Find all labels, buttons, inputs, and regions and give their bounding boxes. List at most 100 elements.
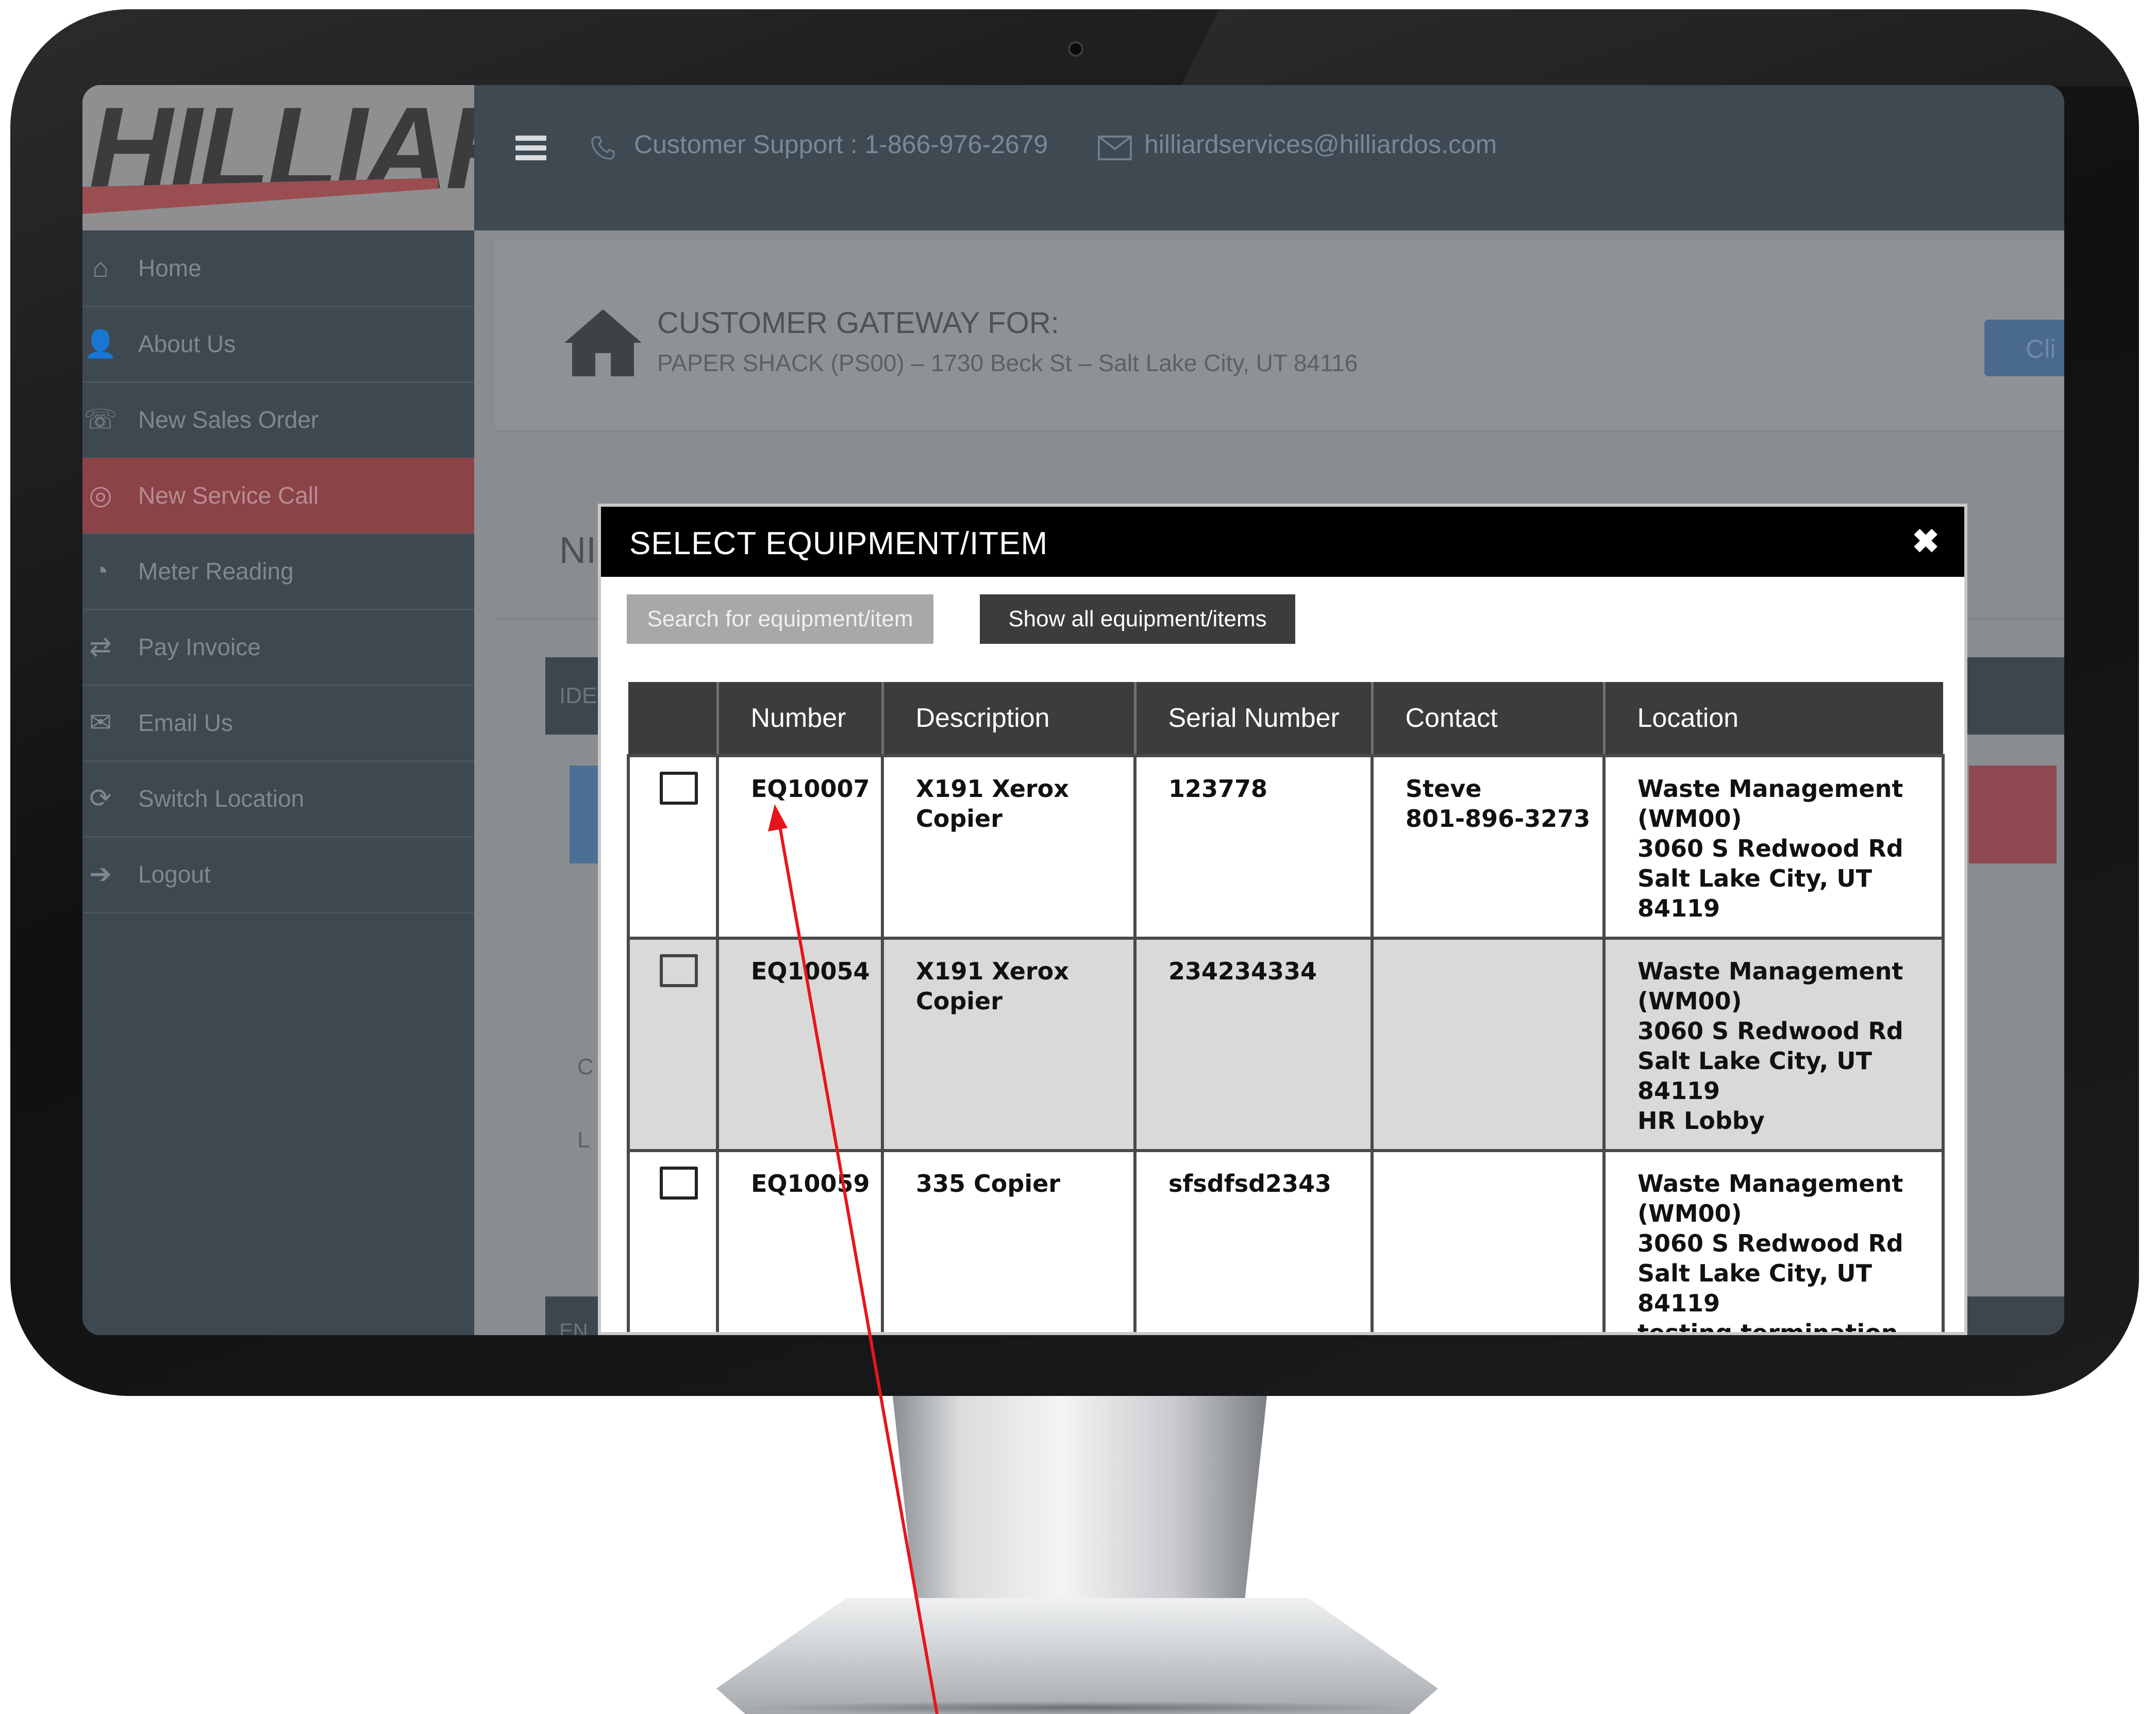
red-button-partial[interactable]	[1969, 766, 2057, 863]
number-cell: EQ10054	[716, 937, 884, 1152]
envelope-icon: ✉	[89, 708, 112, 738]
location-line: (WM00)	[1637, 1200, 1742, 1227]
sidebar-item-label: Email Us	[138, 709, 233, 736]
location-line: 3060 S Redwood Rd	[1637, 1229, 1903, 1257]
contact-name: Steve	[1406, 775, 1482, 803]
select-cell	[627, 937, 719, 1152]
serial-cell: sfsdfsd2343	[1133, 1149, 1374, 1332]
column-header-number: Number	[717, 682, 884, 756]
sidebar-item-home[interactable]: ⌂ Home	[82, 230, 474, 307]
sidebar: ⌂ Home 👤 About Us ☏ New Sales Order ◎ Ne…	[82, 230, 474, 1335]
section-bar-bottom-label: EN	[559, 1320, 588, 1335]
logo-area[interactable]: HILLIARD	[82, 85, 611, 230]
location-line: (WM00)	[1637, 805, 1742, 833]
column-header-contact: Contact	[1372, 682, 1606, 756]
row-checkbox[interactable]	[660, 1167, 698, 1200]
row-checkbox[interactable]	[660, 954, 698, 987]
select-cell	[627, 1149, 719, 1332]
select-equipment-modal: SELECT EQUIPMENT/ITEM ✖ Search for equip…	[598, 504, 1967, 1335]
sidebar-item-new-sales-order[interactable]: ☏ New Sales Order	[82, 382, 474, 459]
modal-header: SELECT EQUIPMENT/ITEM ✖	[601, 507, 1964, 577]
monitor-stand-neck	[892, 1387, 1268, 1629]
gateway-subtitle: PAPER SHACK (PS00) – 1730 Beck St – Salt…	[657, 350, 1358, 376]
sidebar-item-label: New Service Call	[138, 482, 319, 509]
handshake-icon: ⇄	[89, 632, 112, 662]
sidebar-item-pay-invoice[interactable]: ⇄ Pay Invoice	[82, 609, 474, 686]
show-all-equipment-button[interactable]: Show all equipment/items	[980, 594, 1295, 644]
description-cell: 335 Copier	[881, 1149, 1137, 1332]
location-line: Waste Management	[1637, 1170, 1903, 1197]
contact-phone: 801-896-3273	[1406, 805, 1591, 833]
customer-support-text: Customer Support : 1-866-976-2679	[634, 130, 1048, 159]
sidebar-item-label: New Sales Order	[138, 406, 319, 433]
number-cell: EQ10007	[716, 754, 884, 940]
section-bar-label: IDE	[559, 683, 597, 708]
location-line: 84119	[1637, 894, 1720, 922]
location-cell: Waste Management (WM00) 3060 S Redwood R…	[1602, 754, 1945, 940]
location-line: 84119	[1637, 1289, 1720, 1317]
switch-icon: ⟳	[89, 784, 112, 813]
monitor-screen: HILLIARD Customer Support : 1-866-976-26…	[82, 85, 2064, 1335]
phone-icon	[591, 136, 615, 160]
description-cell: X191 Xerox Copier	[881, 937, 1137, 1152]
sidebar-item-logout[interactable]: ➔ Logout	[82, 837, 474, 913]
blue-button-partial[interactable]	[570, 766, 600, 863]
contact-cell	[1371, 1149, 1606, 1332]
location-cell: Waste Management (WM00) 3060 S Redwood R…	[1602, 1149, 1945, 1335]
house-icon	[564, 309, 642, 376]
contact-cell: Steve 801-896-3273	[1371, 754, 1606, 940]
meter-icon: ◔	[92, 556, 109, 586]
description-cell: X191 Xerox Copier	[881, 754, 1137, 940]
serial-cell: 234234334	[1133, 937, 1374, 1152]
sidebar-item-label: Logout	[138, 861, 211, 888]
row-checkbox[interactable]	[660, 772, 698, 805]
sidebar-item-label: Switch Location	[138, 785, 305, 812]
sidebar-item-label: Pay Invoice	[138, 634, 261, 660]
page-heading-partial: NI	[559, 530, 596, 571]
table-row[interactable]: EQ10007 X191 Xerox Copier 123778 Steve 8…	[627, 754, 1945, 940]
search-equipment-button[interactable]: Search for equipment/item	[627, 594, 933, 644]
client-button[interactable]: Cli	[1984, 320, 2064, 376]
location-cell: Waste Management (WM00) 3060 S Redwood R…	[1602, 937, 1945, 1152]
location-line: Salt Lake City, UT	[1637, 864, 1873, 892]
location-line: Salt Lake City, UT	[1637, 1259, 1873, 1287]
close-icon[interactable]: ✖	[1912, 522, 1940, 561]
sidebar-item-about-us[interactable]: 👤 About Us	[82, 306, 474, 383]
equipment-table: Number Description Serial Number Contact…	[627, 682, 1945, 1335]
select-cell	[627, 754, 719, 940]
support-email-link[interactable]: hilliardservices@hilliardos.com	[1144, 129, 1497, 159]
monitor-bezel-gloss	[1180, 9, 2139, 87]
table-row[interactable]: EQ10054 X191 Xerox Copier 234234334 Wast…	[627, 937, 1945, 1152]
table-row[interactable]: EQ10059 335 Copier sfsdfsd2343 Waste Man…	[627, 1149, 1945, 1335]
monitor-stand-shadow	[732, 1701, 1423, 1714]
sidebar-item-new-service-call[interactable]: ◎ New Service Call	[82, 458, 474, 535]
user-icon: 👤	[83, 329, 118, 359]
number-cell: EQ10059	[716, 1149, 884, 1332]
monitor-stand-base	[716, 1598, 1438, 1714]
serial-cell: 123778	[1133, 754, 1374, 940]
sidebar-item-label: Meter Reading	[138, 558, 294, 585]
field-label-partial: L	[577, 1127, 590, 1153]
location-line: (WM00)	[1637, 987, 1742, 1015]
sidebar-item-label: About Us	[138, 330, 236, 357]
sidebar-item-email-us[interactable]: ✉ Email Us	[82, 685, 474, 762]
order-icon: ☏	[83, 405, 118, 435]
column-header-serial-number: Serial Number	[1135, 682, 1374, 756]
home-icon: ⌂	[92, 253, 109, 283]
location-line: 84119	[1637, 1077, 1720, 1105]
column-header-location: Location	[1604, 682, 1943, 756]
location-line: Waste Management	[1637, 775, 1903, 803]
location-line: 3060 S Redwood Rd	[1637, 1017, 1903, 1045]
hamburger-menu-icon[interactable]	[515, 136, 546, 160]
location-line: testing termination	[1637, 1319, 1898, 1335]
modal-title: SELECT EQUIPMENT/ITEM	[629, 526, 1048, 561]
column-header-description: Description	[882, 682, 1137, 756]
mail-icon	[1098, 136, 1132, 160]
contact-cell	[1371, 937, 1606, 1152]
logout-icon: ➔	[89, 859, 112, 889]
webcam-icon	[1068, 41, 1083, 57]
service-icon: ◎	[89, 480, 112, 510]
sidebar-item-switch-location[interactable]: ⟳ Switch Location	[82, 761, 474, 838]
gateway-title: CUSTOMER GATEWAY FOR:	[657, 306, 1059, 340]
sidebar-item-meter-reading[interactable]: ◔ Meter Reading	[82, 534, 474, 610]
